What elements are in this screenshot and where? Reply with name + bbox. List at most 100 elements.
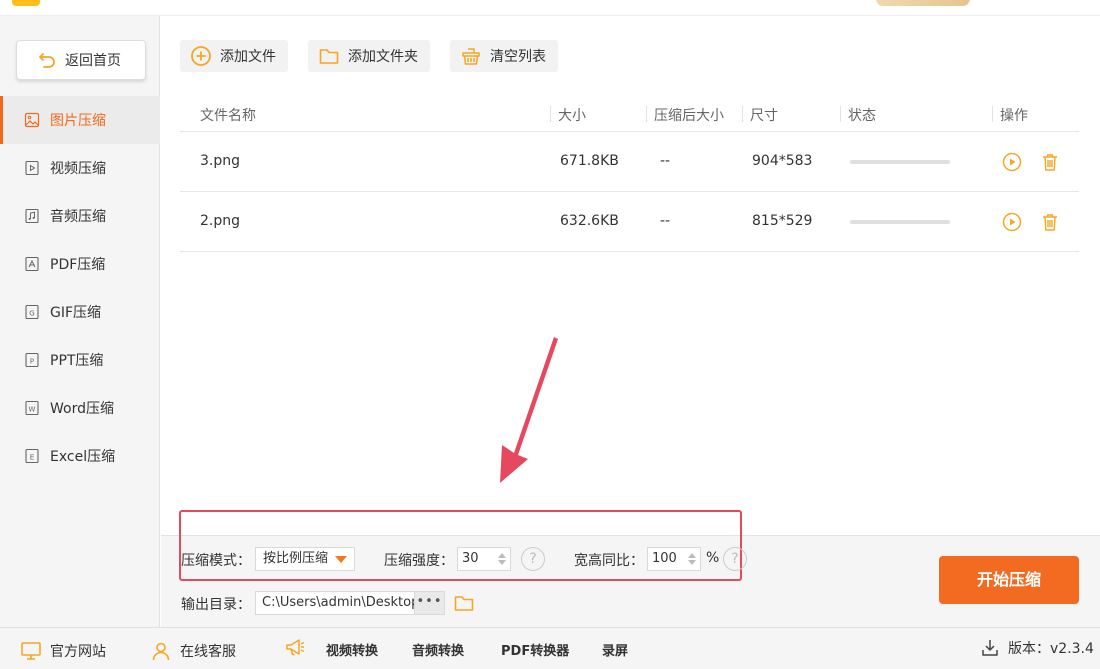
help-icon[interactable]: ?: [521, 547, 545, 571]
stepper-down-icon[interactable]: [688, 560, 696, 565]
official-website-link[interactable]: 官方网站: [20, 640, 106, 662]
open-folder-icon[interactable]: [453, 592, 475, 614]
table-header: 文件名称 大小 压缩后大小 尺寸 状态 操作: [180, 96, 1079, 132]
output-dir-label: 输出目录：: [181, 597, 251, 613]
column-header-dimensions: 尺寸: [750, 108, 778, 124]
aspect-ratio-value: 100: [652, 551, 677, 566]
download-icon: [982, 640, 998, 656]
add-folder-button[interactable]: 添加文件夹: [308, 40, 430, 72]
play-icon[interactable]: [1001, 151, 1023, 173]
version-value: v2.3.4: [1050, 641, 1094, 657]
column-header-actions: 操作: [1000, 108, 1028, 124]
sidebar-item-pdf[interactable]: PDF压缩: [0, 240, 160, 288]
video-icon: [25, 160, 39, 176]
annotation-arrow: [500, 337, 558, 483]
image-dimensions: 904*583: [752, 153, 813, 169]
column-divider: [550, 106, 551, 122]
return-arrow-icon: [39, 53, 55, 68]
status-progress-bar: [850, 160, 950, 164]
file-table: 文件名称 大小 压缩后大小 尺寸 状态 操作 3.png 671.8KB -- …: [180, 96, 1079, 252]
sidebar-item-label: PDF压缩: [50, 257, 106, 273]
svg-text:E: E: [30, 454, 34, 462]
toolbar: 添加文件 添加文件夹 清空列表: [180, 40, 558, 72]
svg-text:W: W: [29, 406, 36, 414]
sidebar-item-image[interactable]: 图片压缩: [0, 96, 160, 144]
sidebar-item-audio[interactable]: 音频压缩: [0, 192, 160, 240]
sidebar-item-label: 图片压缩: [50, 113, 106, 129]
help-icon[interactable]: ?: [723, 547, 747, 571]
column-divider: [992, 106, 993, 122]
plus-circle-icon: [191, 46, 211, 66]
stepper-up-icon[interactable]: [688, 553, 696, 558]
compressed-size: --: [660, 213, 671, 229]
svg-text:G: G: [29, 310, 34, 318]
broom-basket-icon: [462, 48, 480, 65]
browse-button[interactable]: •••: [414, 591, 445, 615]
trash-icon[interactable]: [1039, 211, 1061, 233]
caret-down-icon: [335, 556, 347, 563]
clear-list-label: 清空列表: [490, 49, 546, 65]
app-logo: [12, 0, 40, 6]
folder-icon: [319, 49, 339, 64]
sidebar-nav: 图片压缩 视频压缩 音频压缩 PDF压缩 G GIF压缩 P PPT压缩 W W…: [0, 96, 160, 480]
online-service-label: 在线客服: [180, 644, 236, 660]
sidebar-item-ppt[interactable]: P PPT压缩: [0, 336, 160, 384]
compressed-size: --: [660, 153, 671, 169]
footer-bar: 官方网站 在线客服 视频转换 音频转换 PDF转换器 录屏 版本：v2.3.4: [0, 627, 1100, 669]
start-compress-button[interactable]: 开始压缩: [939, 556, 1079, 604]
version-label: 版本：: [1008, 641, 1050, 657]
monitor-icon: [21, 642, 41, 660]
sidebar-item-label: Word压缩: [50, 401, 114, 417]
account-button[interactable]: [876, 0, 970, 6]
pdf-icon: [25, 256, 39, 272]
clear-list-button[interactable]: 清空列表: [450, 40, 558, 72]
compress-mode-select[interactable]: 按比例压缩: [255, 547, 355, 571]
svg-text:P: P: [30, 358, 34, 366]
excel-icon: E: [25, 448, 39, 464]
sidebar-item-gif[interactable]: G GIF压缩: [0, 288, 160, 336]
percent-unit: %: [706, 550, 720, 566]
back-home-label: 返回首页: [65, 53, 121, 69]
ppt-icon: P: [25, 352, 39, 368]
column-header-size: 大小: [558, 108, 586, 124]
compress-strength-label: 压缩强度：: [384, 553, 454, 569]
image-icon: [24, 112, 40, 128]
sidebar-item-word[interactable]: W Word压缩: [0, 384, 160, 432]
column-divider: [840, 106, 841, 122]
column-header-compressed-size: 压缩后大小: [654, 108, 724, 124]
sidebar-item-label: PPT压缩: [50, 353, 104, 369]
add-file-button[interactable]: 添加文件: [180, 40, 288, 72]
play-icon[interactable]: [1001, 211, 1023, 233]
aspect-ratio-label: 宽高同比：: [574, 553, 644, 569]
word-icon: W: [25, 400, 39, 416]
sidebar-item-label: 音频压缩: [50, 209, 106, 225]
file-size: 671.8KB: [560, 153, 619, 169]
title-bar: [0, 0, 1100, 16]
video-convert-link[interactable]: 视频转换: [326, 640, 378, 659]
compress-strength-value: 30: [462, 551, 479, 566]
sidebar-item-label: Excel压缩: [50, 449, 116, 465]
official-website-label: 官方网站: [50, 644, 106, 660]
audio-convert-link[interactable]: 音频转换: [412, 640, 464, 659]
add-file-label: 添加文件: [220, 49, 276, 65]
screen-record-link[interactable]: 录屏: [602, 640, 628, 659]
sidebar-item-label: GIF压缩: [50, 305, 102, 321]
table-row[interactable]: 3.png 671.8KB -- 904*583: [180, 132, 1079, 192]
column-divider: [742, 106, 743, 122]
back-home-button[interactable]: 返回首页: [16, 40, 146, 80]
aspect-ratio-stepper[interactable]: 100: [647, 547, 701, 571]
music-icon: [25, 208, 39, 224]
table-row[interactable]: 2.png 632.6KB -- 815*529: [180, 192, 1079, 252]
sidebar-item-video[interactable]: 视频压缩: [0, 144, 160, 192]
sidebar-item-excel[interactable]: E Excel压缩: [0, 432, 160, 480]
output-dir-input[interactable]: C:\Users\admin\Desktop\: [255, 591, 415, 615]
trash-icon[interactable]: [1039, 151, 1061, 173]
column-divider: [646, 106, 647, 122]
pdf-convert-link[interactable]: PDF转换器: [501, 640, 569, 659]
user-icon: [152, 642, 170, 661]
stepper-up-icon[interactable]: [498, 553, 506, 558]
online-service-link[interactable]: 在线客服: [150, 640, 236, 662]
version-info[interactable]: 版本：v2.3.4: [980, 638, 1094, 658]
compress-strength-stepper[interactable]: 30: [457, 547, 511, 571]
stepper-down-icon[interactable]: [498, 560, 506, 565]
